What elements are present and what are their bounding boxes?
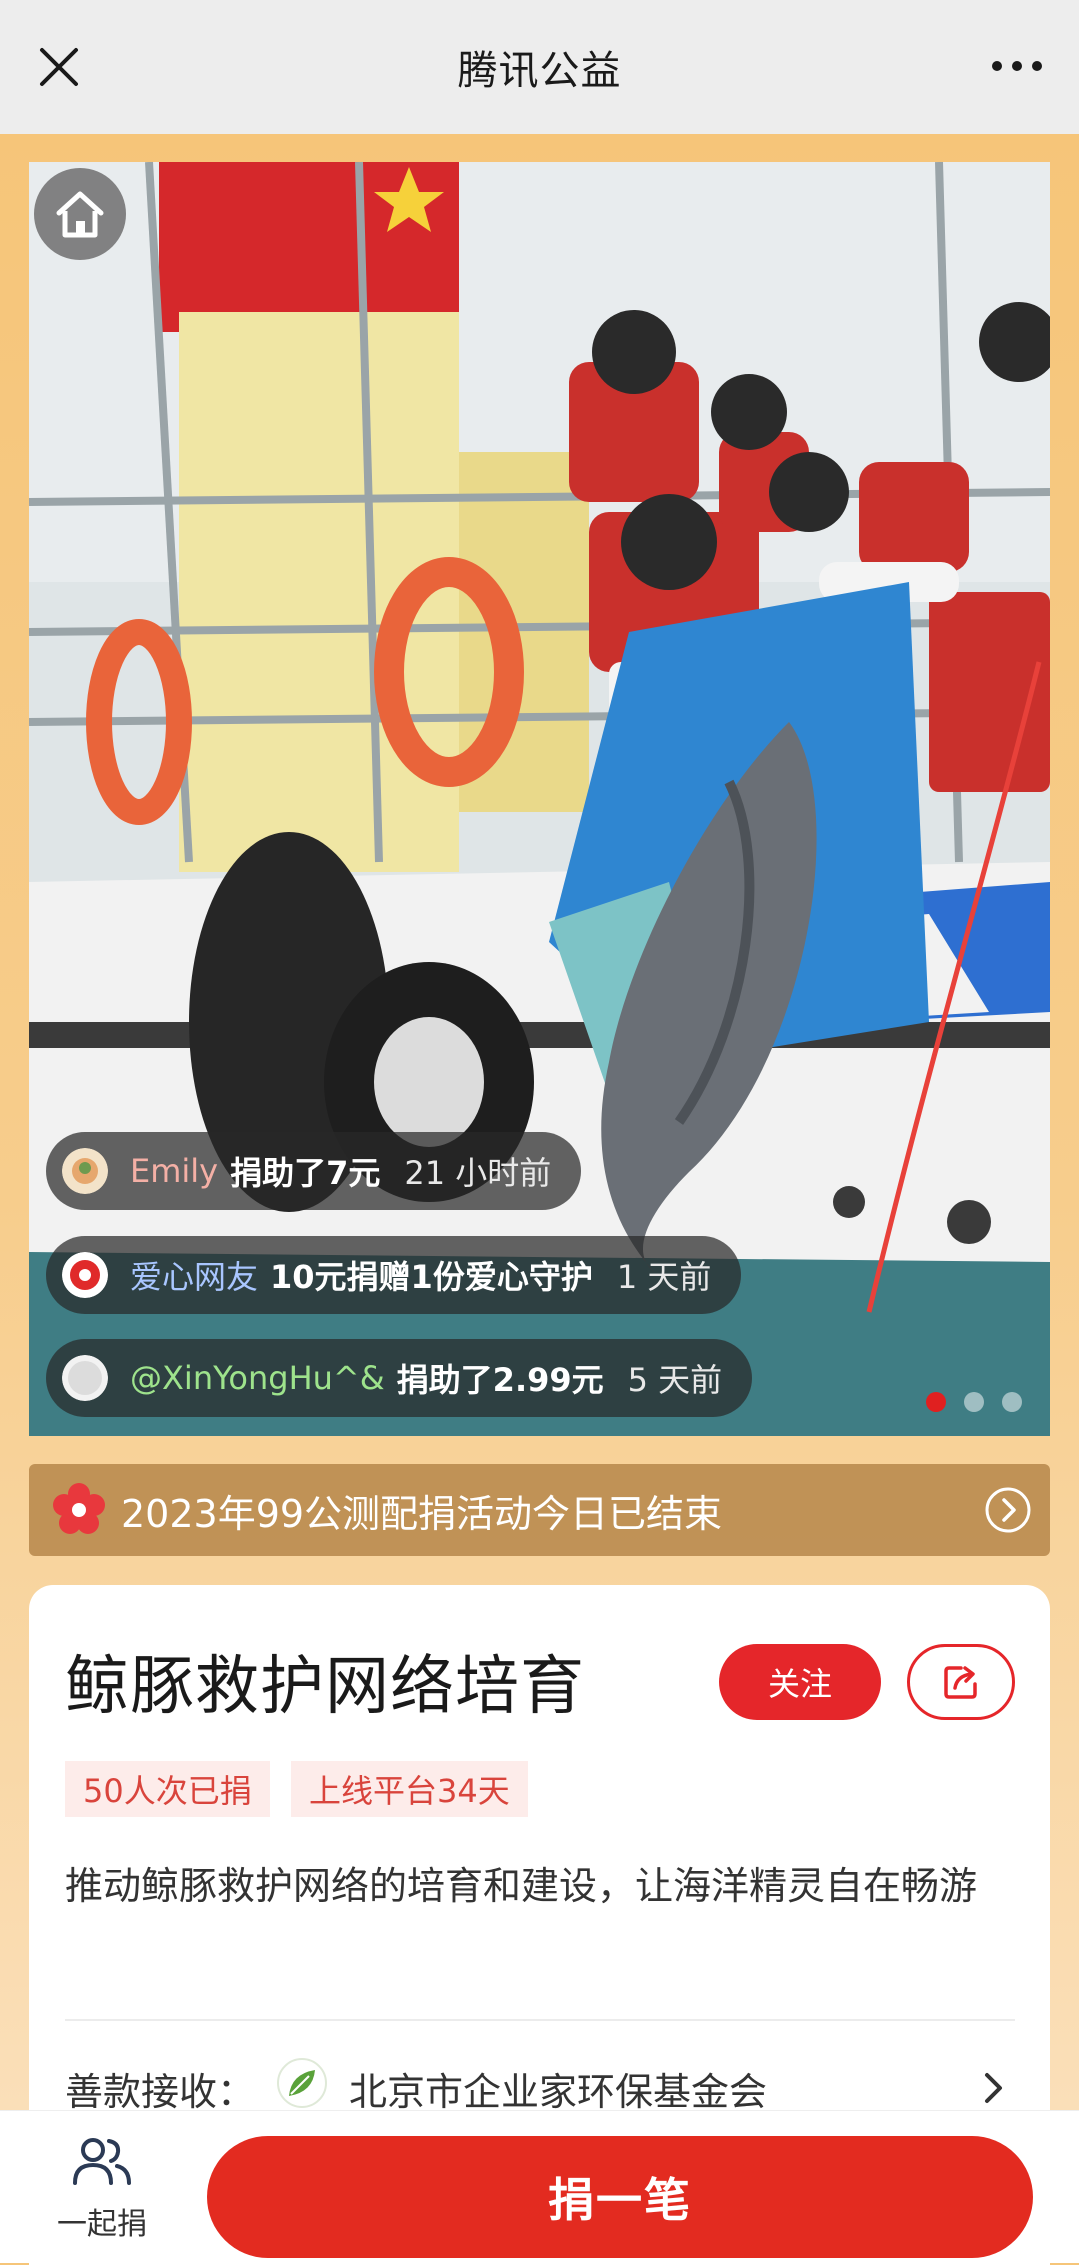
divider (65, 2019, 1015, 2021)
donation-time: 5 天前 (627, 1361, 723, 1399)
carousel-dot[interactable] (964, 1392, 984, 1412)
chevron-right-circle-icon[interactable] (984, 1486, 1032, 1534)
receiver-organization[interactable]: 北京市企业家环保基金会 (349, 2061, 767, 2116)
donation-action: 10元捐赠1份爱心守护 (270, 1258, 593, 1296)
donation-feed-item: @XinYongHu^& 捐助了2.99元 5 天前 (46, 1339, 753, 1417)
avatar (62, 1355, 108, 1401)
top-navigation-bar: 腾讯公益 (0, 0, 1079, 134)
follow-button[interactable]: 关注 (719, 1644, 881, 1720)
share-button[interactable] (907, 1644, 1015, 1720)
matching-campaign-notice[interactable]: 2023年99公测配捐活动今日已结束 (29, 1464, 1050, 1556)
avatar (62, 1252, 108, 1298)
project-description: 推动鲸豚救护网络的培育和建设，让海洋精灵自在畅游 (65, 1864, 978, 1908)
donate-button[interactable]: 捐一笔 (207, 2136, 1033, 2258)
project-title: 鲸豚救护网络培育 (65, 1650, 585, 1724)
receiver-label: 善款接收： (65, 2070, 256, 2114)
donor-name: Emily (130, 1152, 219, 1190)
donation-count-tag: 50人次已捐 (65, 1761, 270, 1817)
donor-name: @XinYongHu^& (130, 1359, 385, 1397)
chevron-right-icon[interactable] (981, 2069, 1007, 2107)
group-people-icon (73, 2138, 131, 2185)
donation-feed-item: 爱心网友 10元捐赠1份爱心守护 1 天前 (46, 1236, 742, 1314)
home-button[interactable] (34, 168, 126, 260)
donor-name: 爱心网友 (130, 1258, 259, 1296)
close-icon[interactable] (34, 42, 84, 92)
donation-time: 21 小时前 (404, 1154, 552, 1192)
donation-action: 捐助了2.99元 (396, 1361, 604, 1399)
carousel-indicator (926, 1392, 1022, 1412)
home-icon (56, 191, 104, 238)
donate-together-label: 一起捐 (57, 2207, 147, 2242)
leaf-logo-icon (277, 2058, 327, 2108)
donation-feed-item: Emily 捐助了7元 21 小时前 (46, 1132, 582, 1210)
share-icon (944, 1666, 977, 1699)
carousel-dot-active[interactable] (926, 1392, 946, 1412)
donation-action: 捐助了7元 (230, 1154, 381, 1192)
more-options-icon[interactable] (989, 46, 1045, 86)
bottom-action-bar: 一起捐 捐一笔 (0, 2110, 1079, 2263)
online-days-tag: 上线平台34天 (291, 1761, 528, 1817)
avatar (62, 1148, 108, 1194)
donate-together-button[interactable]: 一起捐 (46, 2135, 158, 2243)
donation-time: 1 天前 (616, 1258, 712, 1296)
flower-icon (53, 1483, 105, 1534)
notice-text: 2023年99公测配捐活动今日已结束 (121, 1491, 723, 1536)
carousel-dot[interactable] (1002, 1392, 1022, 1412)
page-title: 腾讯公益 (457, 48, 622, 94)
